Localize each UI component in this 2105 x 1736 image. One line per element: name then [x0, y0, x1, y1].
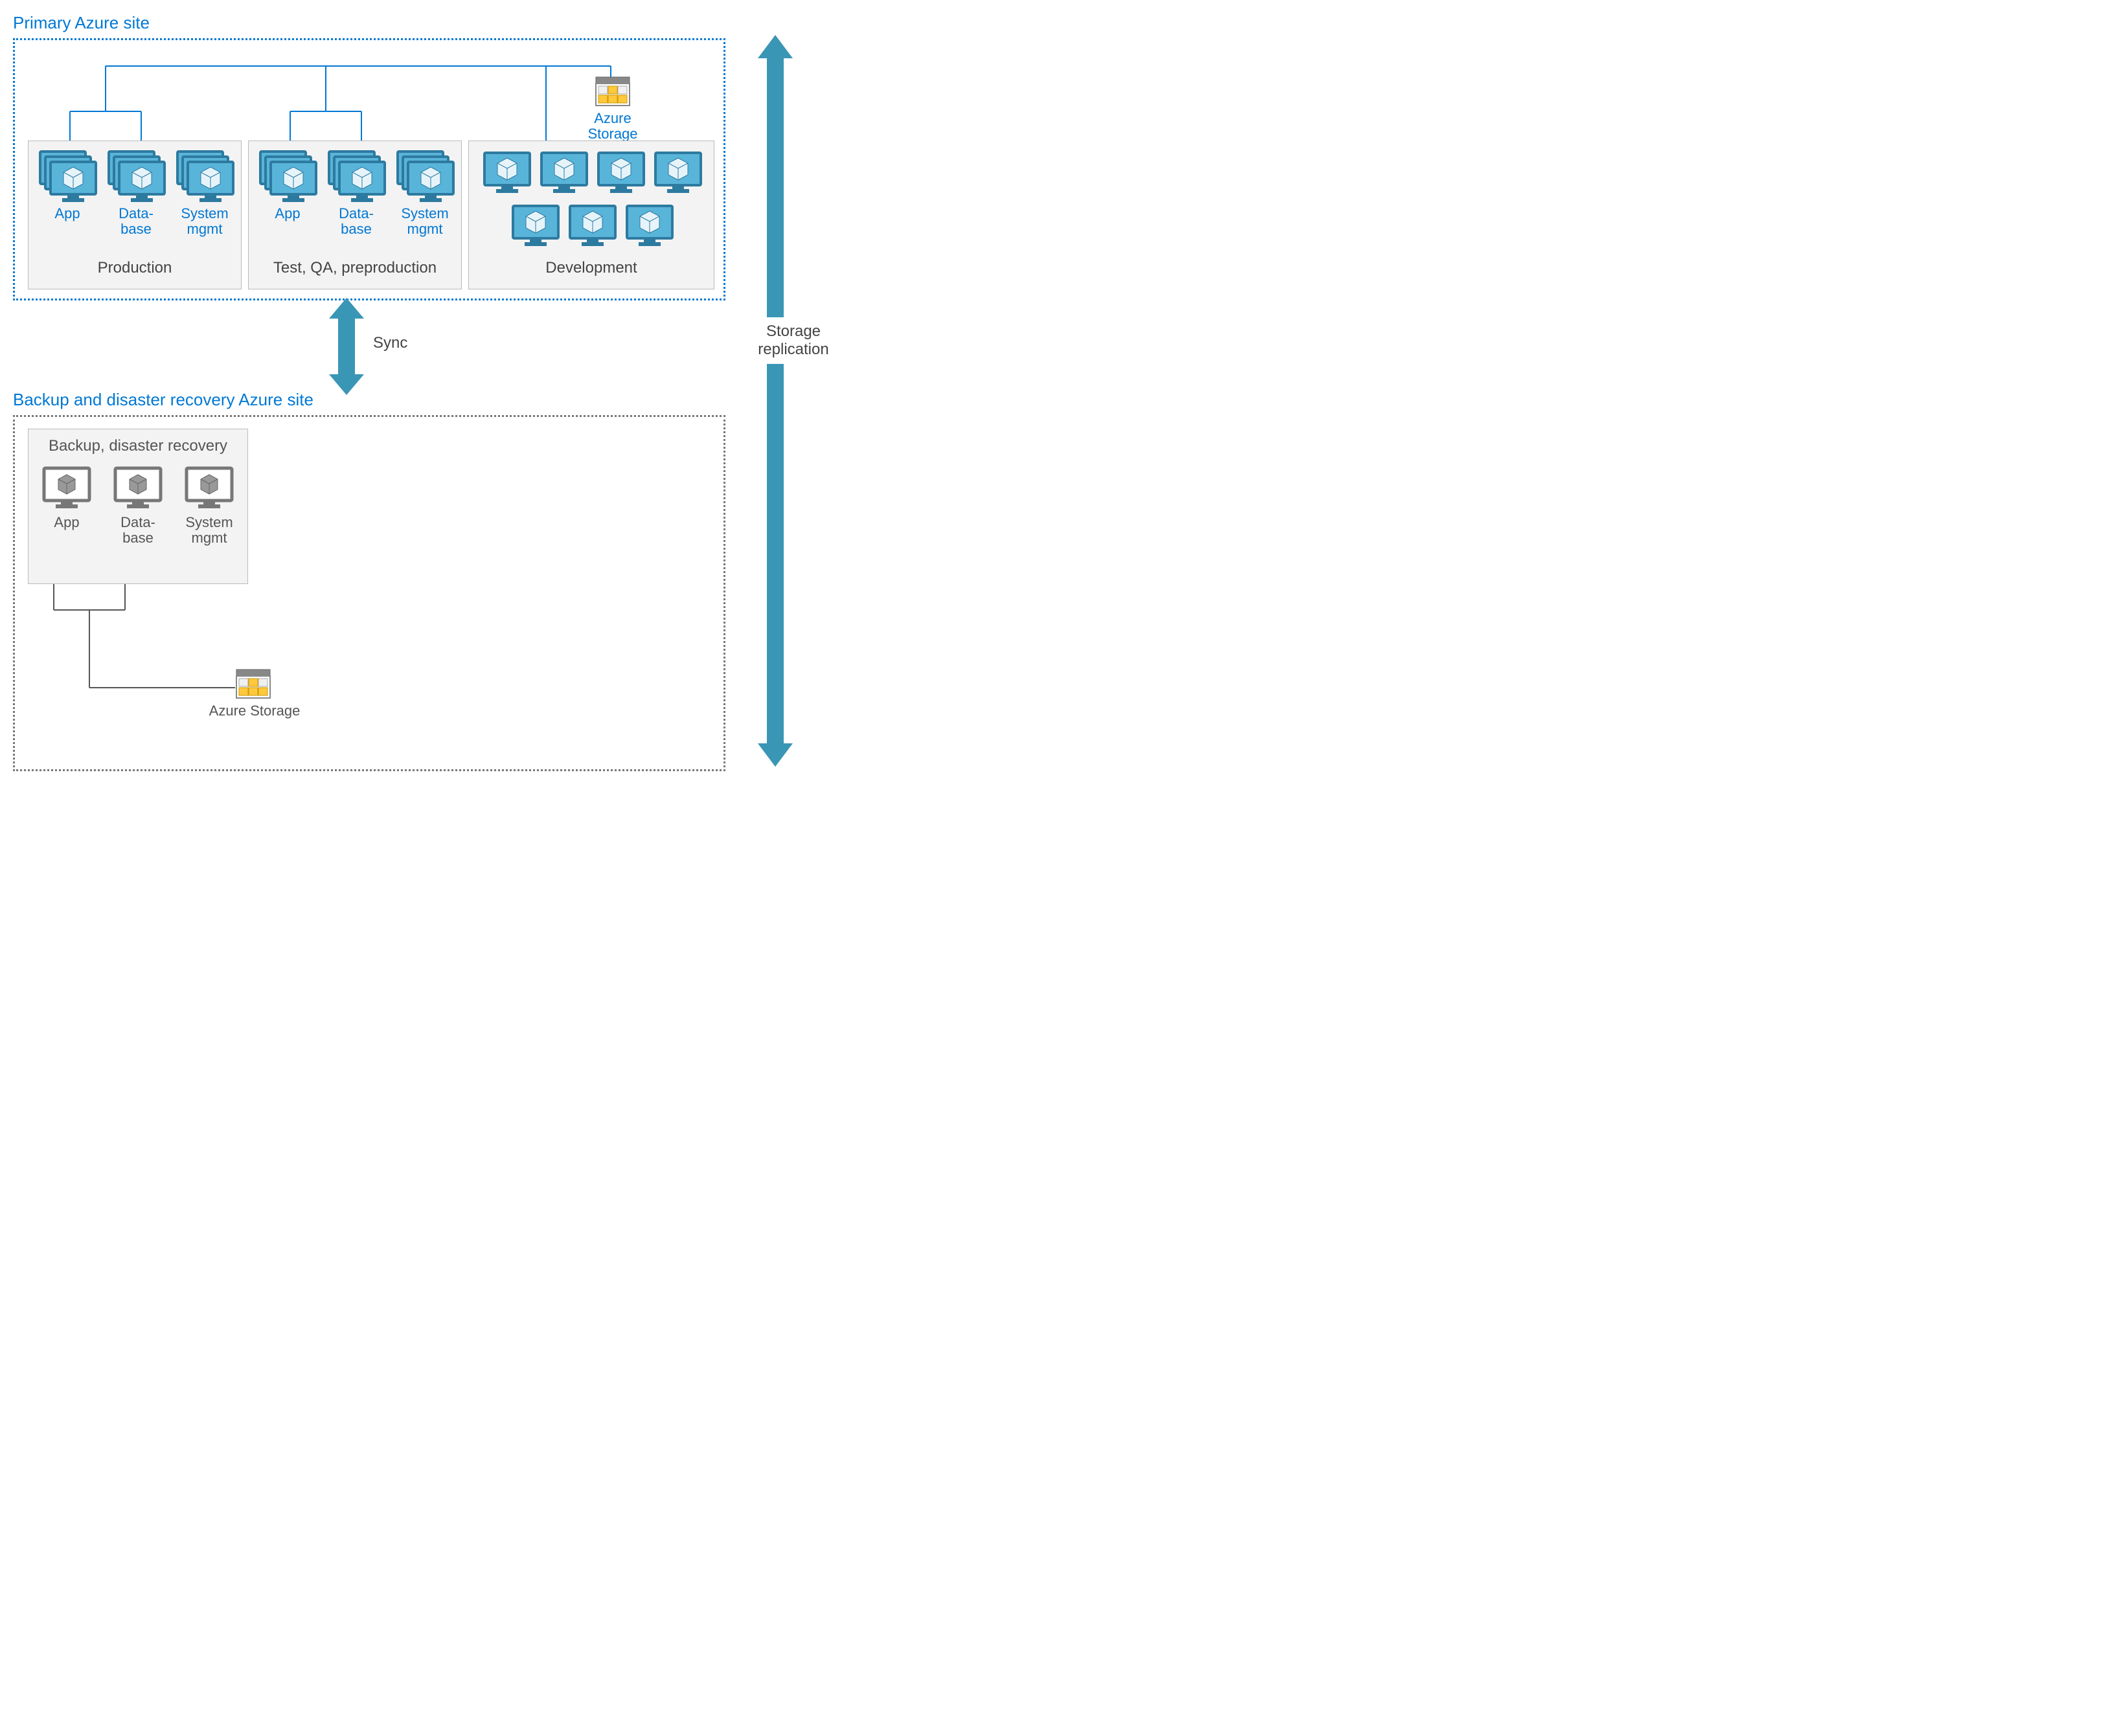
prod-app-label: App: [38, 206, 97, 221]
sync-label: Sync: [373, 334, 407, 352]
backup-env: Backup, disaster recovery App Data- base…: [28, 429, 248, 584]
vm-icon: [510, 203, 561, 247]
backup-site-border: Backup, disaster recovery App Data- base…: [13, 415, 725, 771]
vm-icon: [624, 203, 675, 247]
backup-sys-vm: [184, 466, 234, 510]
test-app-stack: [258, 149, 317, 203]
storage-icon: [235, 668, 271, 699]
backup-db-label: Data- base: [113, 515, 163, 546]
vm-icon: [113, 466, 163, 510]
production-title: Production: [28, 254, 241, 285]
dev-vm-5: [510, 203, 561, 247]
prod-db-label: Data- base: [106, 206, 166, 237]
prod-db-stack: [106, 149, 166, 203]
vm-icon: [596, 150, 646, 194]
architecture-diagram: Primary Azure site: [13, 13, 946, 783]
production-env: App Data- base System mgmt Production: [28, 141, 242, 289]
vm-stack-icon: [395, 149, 455, 203]
test-app-label: App: [258, 206, 317, 221]
test-env: App Data- base System mgmt Test, QA, pre…: [248, 141, 462, 289]
dev-vm-2: [539, 150, 589, 194]
test-db-stack: [326, 149, 386, 203]
vm-stack-icon: [38, 149, 97, 203]
dev-vm-4: [653, 150, 703, 194]
backup-connection-lines: [28, 584, 300, 746]
vm-stack-icon: [258, 149, 317, 203]
backup-site: Backup and disaster recovery Azure site …: [13, 390, 725, 771]
backup-app-label: App: [41, 515, 92, 530]
prod-sys-stack: [175, 149, 234, 203]
primary-storage: Azure Storage: [595, 76, 658, 142]
primary-site-border: Azure Storage App Data- base System mgmt…: [13, 38, 725, 300]
double-arrow-vertical-icon: [758, 35, 793, 767]
vm-icon: [184, 466, 234, 510]
vm-stack-icon: [106, 149, 166, 203]
backup-site-title: Backup and disaster recovery Azure site: [13, 390, 725, 410]
double-arrow-vertical-icon: [329, 298, 364, 395]
primary-site: Primary Azure site: [13, 13, 725, 300]
prod-sys-label: System mgmt: [175, 206, 234, 237]
vm-icon: [567, 203, 618, 247]
prod-app-stack: [38, 149, 97, 203]
primary-storage-label: Azure Storage: [567, 111, 658, 142]
dev-vm-1: [482, 150, 532, 194]
backup-env-title: Backup, disaster recovery: [28, 429, 247, 458]
backup-app-vm: [41, 466, 92, 510]
dev-vm-6: [567, 203, 618, 247]
vm-icon: [482, 150, 532, 194]
backup-storage: Azure Storage: [235, 668, 306, 719]
vm-stack-icon: [326, 149, 386, 203]
vm-icon: [41, 466, 92, 510]
test-sys-stack: [395, 149, 455, 203]
vm-icon: [539, 150, 589, 194]
vm-stack-icon: [175, 149, 234, 203]
dev-title: Development: [469, 254, 714, 285]
dev-vm-3: [596, 150, 646, 194]
sync-arrow: [329, 298, 364, 395]
vm-icon: [653, 150, 703, 194]
backup-storage-label: Azure Storage: [203, 703, 306, 719]
test-db-label: Data- base: [326, 206, 386, 237]
replication-label: Storage replication: [738, 317, 848, 364]
backup-sys-label: System mgmt: [184, 515, 234, 546]
dev-vm-7: [624, 203, 675, 247]
backup-db-vm: [113, 466, 163, 510]
storage-icon: [595, 76, 631, 107]
replication-arrow: [758, 35, 793, 767]
dev-env: Development: [468, 141, 714, 289]
primary-site-title: Primary Azure site: [13, 13, 725, 33]
test-title: Test, QA, preproduction: [249, 254, 461, 285]
test-sys-label: System mgmt: [395, 206, 455, 237]
